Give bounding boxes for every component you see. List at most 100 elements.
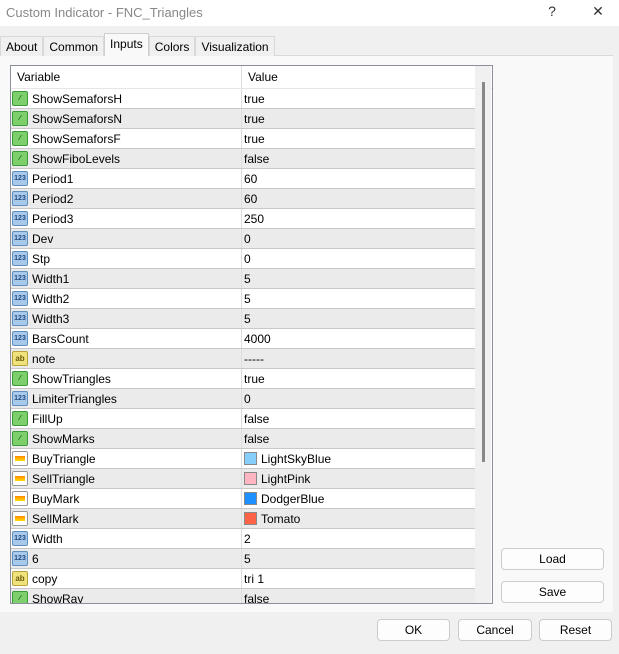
table-row[interactable]: 123 BarsCount 4000	[11, 329, 475, 349]
value-cell[interactable]: false	[242, 429, 475, 448]
value-cell[interactable]: Tomato	[242, 509, 475, 528]
table-row[interactable]: ab note -----	[11, 349, 475, 369]
table-row[interactable]: 123 LimiterTriangles 0	[11, 389, 475, 409]
tab-inputs[interactable]: Inputs	[104, 33, 149, 56]
table-row[interactable]: 123 Period1 60	[11, 169, 475, 189]
value-cell[interactable]: 5	[242, 269, 475, 288]
variable-value: DodgerBlue	[261, 491, 325, 506]
variable-cell: ⁄ ShowSemaforsN	[11, 109, 242, 128]
table-row[interactable]: ⁄ ShowSemaforsN true	[11, 109, 475, 129]
table-row[interactable]: 123 6 5	[11, 549, 475, 569]
table-row[interactable]: BuyTriangle LightSkyBlue	[11, 449, 475, 469]
table-row[interactable]: 123 Period3 250	[11, 209, 475, 229]
value-cell[interactable]: true	[242, 89, 475, 108]
table-row[interactable]: 123 Stp 0	[11, 249, 475, 269]
variable-cell: 123 Width2	[11, 289, 242, 308]
value-cell[interactable]: false	[242, 589, 475, 604]
value-cell[interactable]: -----	[242, 349, 475, 368]
value-cell[interactable]: 250	[242, 209, 475, 228]
color-swatch	[244, 512, 257, 525]
variable-name: BuyMark	[32, 491, 80, 506]
variable-cell: 123 Width	[11, 529, 242, 548]
table-row[interactable]: ⁄ FillUp false	[11, 409, 475, 429]
value-cell[interactable]: 0	[242, 249, 475, 268]
scrollbar-thumb[interactable]	[482, 82, 485, 462]
variable-cell: ⁄ ShowMarks	[11, 429, 242, 448]
table-row[interactable]: ab copy tri 1	[11, 569, 475, 589]
variable-name: LimiterTriangles	[32, 391, 117, 406]
value-cell[interactable]: true	[242, 369, 475, 388]
value-cell[interactable]: true	[242, 129, 475, 148]
boolean-icon: ⁄	[12, 131, 28, 146]
table-row[interactable]: 123 Width 2	[11, 529, 475, 549]
table-row[interactable]: ⁄ ShowFiboLevels false	[11, 149, 475, 169]
close-button[interactable]: ✕	[586, 3, 610, 20]
variable-value: 250	[244, 211, 265, 226]
value-cell[interactable]: 5	[242, 549, 475, 568]
table-row[interactable]: 123 Dev 0	[11, 229, 475, 249]
value-cell[interactable]: tri 1	[242, 569, 475, 588]
value-cell[interactable]: 60	[242, 169, 475, 188]
boolean-icon: ⁄	[12, 591, 28, 603]
boolean-icon: ⁄	[12, 431, 28, 446]
title-bar: Custom Indicator - FNC_Triangles ? ✕	[0, 0, 619, 26]
save-button[interactable]: Save	[501, 581, 604, 603]
tab-visualization[interactable]: Visualization	[195, 36, 275, 56]
table-row[interactable]: ⁄ ShowRay false	[11, 589, 475, 604]
value-cell[interactable]: 60	[242, 189, 475, 208]
value-cell[interactable]: 4000	[242, 329, 475, 348]
table-row[interactable]: ⁄ ShowSemaforsH true	[11, 89, 475, 109]
value-cell[interactable]: LightPink	[242, 469, 475, 488]
variable-name: ShowRay	[32, 591, 84, 604]
variable-name: ShowSemaforsH	[32, 91, 123, 106]
color-icon	[12, 471, 28, 486]
variable-name: ShowSemaforsF	[32, 131, 121, 146]
value-cell[interactable]: 0	[242, 389, 475, 408]
number-icon: 123	[12, 551, 28, 566]
boolean-icon: ⁄	[12, 371, 28, 386]
tab-about[interactable]: About	[0, 36, 44, 56]
variable-value: 5	[244, 551, 251, 566]
variable-name: ShowFiboLevels	[32, 151, 121, 166]
value-cell[interactable]: 2	[242, 529, 475, 548]
vertical-scrollbar[interactable]	[475, 66, 491, 603]
value-cell[interactable]: LightSkyBlue	[242, 449, 475, 468]
table-row[interactable]: 123 Width2 5	[11, 289, 475, 309]
variable-name: Dev	[32, 231, 54, 246]
help-button[interactable]: ?	[540, 3, 564, 19]
value-cell[interactable]: 5	[242, 309, 475, 328]
variable-cell: 123 Period1	[11, 169, 242, 188]
header-variable[interactable]: Variable	[11, 66, 242, 88]
variable-value: 2	[244, 531, 251, 546]
ok-button[interactable]: OK	[377, 619, 450, 641]
cancel-button[interactable]: Cancel	[458, 619, 532, 641]
tab-colors[interactable]: Colors	[148, 36, 196, 56]
variable-cell: ⁄ ShowSemaforsF	[11, 129, 242, 148]
color-swatch	[244, 472, 257, 485]
table-row[interactable]: 123 Period2 60	[11, 189, 475, 209]
value-cell[interactable]: true	[242, 109, 475, 128]
variable-value: 0	[244, 231, 251, 246]
table-row[interactable]: SellMark Tomato	[11, 509, 475, 529]
table-row[interactable]: ⁄ ShowTriangles true	[11, 369, 475, 389]
table-row[interactable]: SellTriangle LightPink	[11, 469, 475, 489]
value-cell[interactable]: false	[242, 149, 475, 168]
table-row[interactable]: 123 Width1 5	[11, 269, 475, 289]
color-swatch	[244, 452, 257, 465]
table-row[interactable]: ⁄ ShowMarks false	[11, 429, 475, 449]
value-cell[interactable]: 0	[242, 229, 475, 248]
variable-name: SellMark	[32, 511, 79, 526]
number-icon: 123	[12, 291, 28, 306]
table-row[interactable]: BuyMark DodgerBlue	[11, 489, 475, 509]
tab-common[interactable]: Common	[43, 36, 105, 56]
load-button[interactable]: Load	[501, 548, 604, 570]
variable-cell: BuyMark	[11, 489, 242, 508]
reset-button[interactable]: Reset	[539, 619, 612, 641]
header-value[interactable]: Value	[242, 66, 492, 88]
value-cell[interactable]: 5	[242, 289, 475, 308]
table-row[interactable]: 123 Width3 5	[11, 309, 475, 329]
value-cell[interactable]: false	[242, 409, 475, 428]
value-cell[interactable]: DodgerBlue	[242, 489, 475, 508]
table-row[interactable]: ⁄ ShowSemaforsF true	[11, 129, 475, 149]
variable-name: note	[32, 351, 56, 366]
